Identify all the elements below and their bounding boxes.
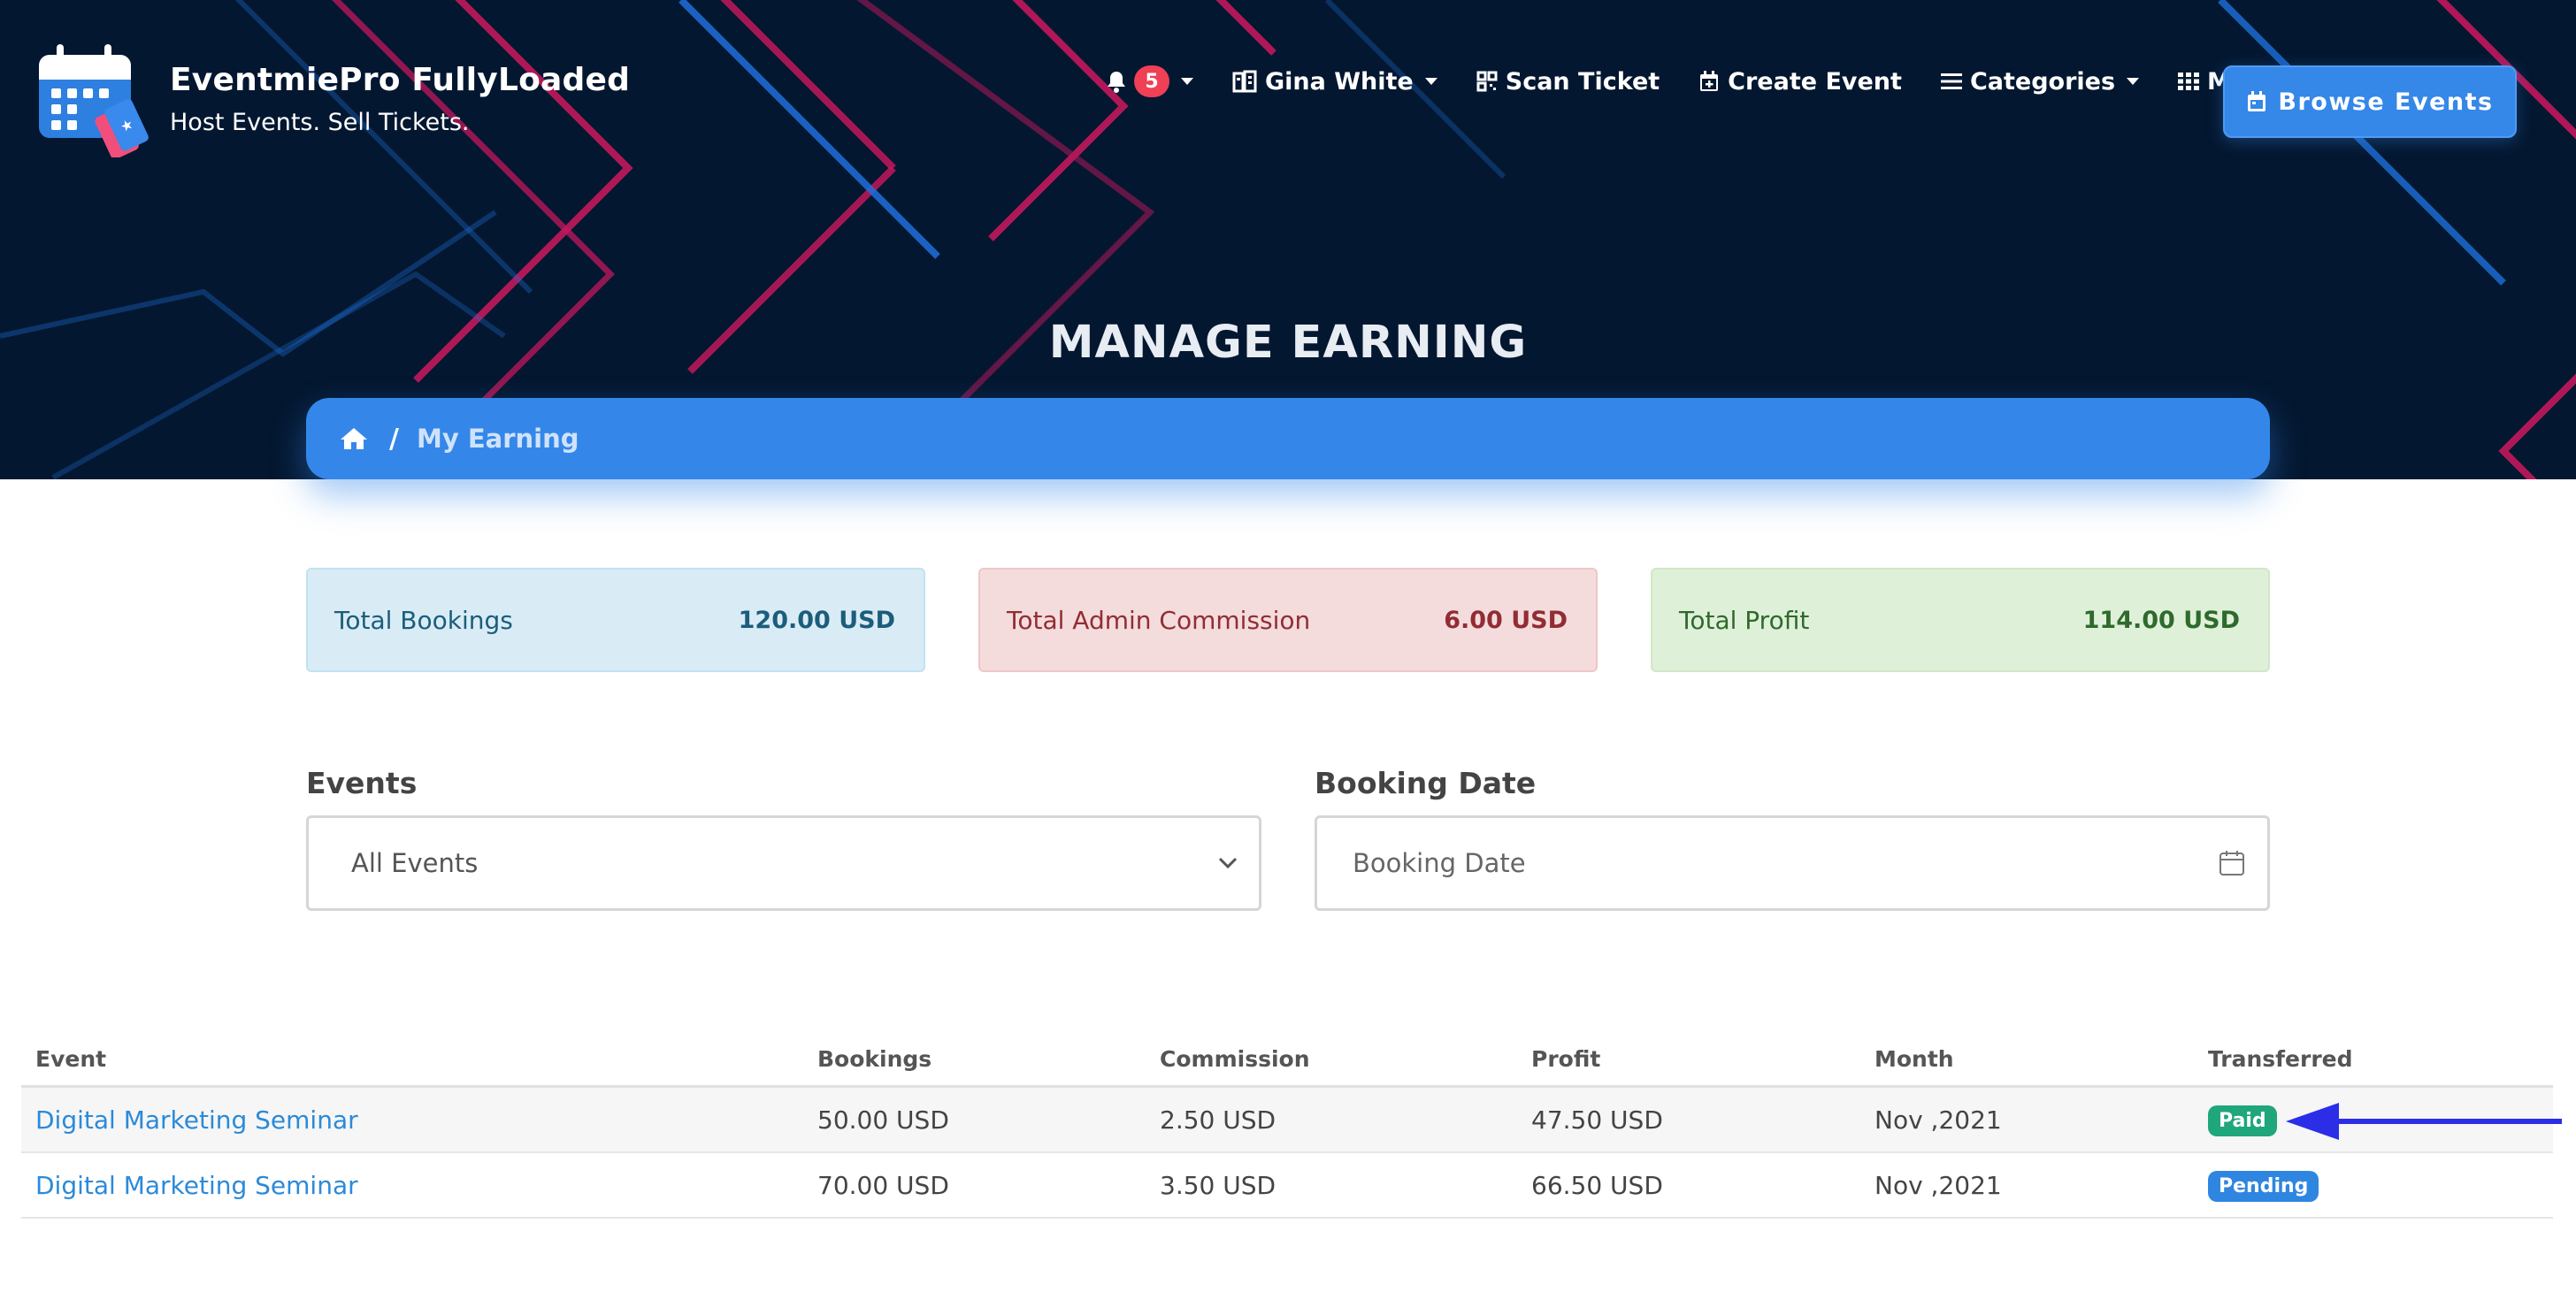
total-profit-value: 114.00 USD [2082, 606, 2240, 634]
user-name: Gina White [1265, 67, 1414, 96]
create-event-link[interactable]: Create Event [1698, 68, 1902, 96]
event-link[interactable]: Digital Marketing Seminar [35, 1105, 358, 1135]
list-icon [1940, 72, 1962, 91]
breadcrumb: / My Earning [306, 398, 2270, 479]
chevron-down-icon [1424, 78, 1438, 85]
user-menu-dropdown[interactable]: Gina White [1232, 68, 1438, 96]
earnings-table: Event Bookings Commission Profit Month T… [21, 1033, 2553, 1219]
chevron-down-icon [1218, 857, 1238, 869]
brand[interactable]: ★ EventmiePro FullyLoaded Host Events. S… [35, 39, 631, 159]
total-admin-commission-value: 6.00 USD [1444, 606, 1568, 634]
total-bookings-card: Total Bookings 120.00 USD [306, 568, 925, 672]
bell-icon [1106, 70, 1127, 93]
booking-date-placeholder: Booking Date [1353, 848, 1526, 878]
categories-label: Categories [1969, 67, 2116, 96]
grid-icon [2178, 72, 2200, 91]
column-header-transferred: Transferred [2208, 1046, 2353, 1072]
commission-cell: 3.50 USD [1160, 1170, 1276, 1200]
user-profile-icon [1232, 70, 1257, 93]
event-link[interactable]: Digital Marketing Seminar [35, 1171, 358, 1200]
booking-date-input[interactable]: Booking Date [1315, 815, 2270, 911]
scan-ticket-label: Scan Ticket [1505, 67, 1660, 96]
events-select-value: All Events [351, 848, 479, 878]
calendar-ticket-logo-icon: ★ [35, 39, 150, 159]
month-cell: Nov ,2021 [1874, 1105, 2002, 1135]
total-admin-commission-label: Total Admin Commission [1007, 605, 1311, 635]
categories-dropdown[interactable]: Categories [1940, 67, 2140, 96]
column-header-profit: Profit [1531, 1046, 1601, 1072]
table-header-row: Event Bookings Commission Profit Month T… [21, 1033, 2553, 1088]
browse-events-button[interactable]: Browse Events [2223, 65, 2517, 138]
notifications-dropdown[interactable]: 5 [1106, 65, 1193, 97]
total-bookings-value: 120.00 USD [738, 606, 895, 634]
events-filter-label: Events [306, 766, 418, 800]
table-row: Digital Marketing Seminar 50.00 USD 2.50… [21, 1088, 2553, 1153]
commission-cell: 2.50 USD [1160, 1105, 1276, 1135]
booking-date-filter-label: Booking Date [1315, 766, 1537, 800]
bookings-cell: 70.00 USD [817, 1170, 949, 1200]
profit-cell: 47.50 USD [1531, 1105, 1663, 1135]
column-header-month: Month [1874, 1046, 1954, 1072]
month-cell: Nov ,2021 [1874, 1170, 2002, 1200]
page-title: MANAGE EARNING [1048, 317, 1528, 369]
status-badge-paid: Paid [2208, 1105, 2277, 1136]
top-navigation: 5 Gina White Scan Ticket Create Event Ca… [1106, 65, 2300, 97]
total-bookings-label: Total Bookings [334, 605, 513, 635]
annotation-arrow-icon [2286, 1103, 2562, 1140]
browse-events-label: Browse Events [2278, 88, 2494, 116]
status-badge-pending: Pending [2208, 1170, 2319, 1202]
total-profit-label: Total Profit [1679, 605, 1810, 635]
column-header-event: Event [35, 1046, 107, 1072]
qrcode-icon [1476, 71, 1498, 92]
chevron-down-icon [1181, 78, 1193, 85]
total-profit-card: Total Profit 114.00 USD [1651, 568, 2270, 672]
events-select[interactable]: All Events [306, 815, 1261, 911]
scan-ticket-link[interactable]: Scan Ticket [1476, 68, 1660, 96]
calendar-icon[interactable] [2218, 849, 2246, 877]
create-event-label: Create Event [1728, 67, 1902, 96]
table-row: Digital Marketing Seminar 70.00 USD 3.50… [21, 1153, 2553, 1219]
bookings-cell: 50.00 USD [817, 1105, 949, 1135]
column-header-bookings: Bookings [817, 1046, 932, 1072]
home-icon[interactable] [340, 426, 368, 451]
brand-tagline: Host Events. Sell Tickets. [170, 109, 470, 136]
profit-cell: 66.50 USD [1531, 1170, 1663, 1200]
total-admin-commission-card: Total Admin Commission 6.00 USD [978, 568, 1598, 672]
breadcrumb-current: My Earning [416, 424, 579, 454]
calendar-icon [2246, 90, 2267, 113]
brand-name: EventmiePro FullyLoaded [170, 62, 631, 98]
chevron-down-icon [2127, 78, 2140, 85]
column-header-commission: Commission [1160, 1046, 1310, 1072]
breadcrumb-separator: / [389, 423, 399, 455]
calendar-plus-icon [1698, 70, 1720, 93]
notification-count-badge: 5 [1134, 65, 1169, 97]
